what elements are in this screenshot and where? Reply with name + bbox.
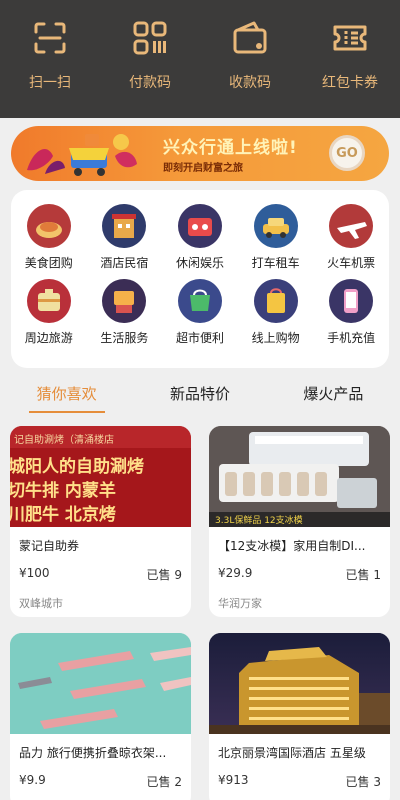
banner-title: 兴众行通上线啦!	[163, 138, 298, 158]
food-icon	[26, 204, 71, 248]
feed-tabs: 猜你喜欢 新品特价 爆火产品	[0, 374, 400, 413]
product-card[interactable]: 品力 旅行便携折叠晾衣架... ¥9.9 已售 2	[10, 633, 191, 800]
pay-code-button[interactable]: 付款码	[105, 18, 195, 92]
scan-label: 扫一扫	[29, 75, 71, 91]
category-item[interactable]: 美食团购	[11, 204, 87, 279]
shopping-illustration-icon	[27, 134, 137, 176]
category-label: 美食团购	[24, 256, 73, 270]
category-item[interactable]: 超市便利	[162, 279, 238, 354]
category-label: 火车机票	[327, 256, 376, 270]
product-sold-count: 已售 1	[345, 568, 381, 582]
category-item[interactable]: 线上购物	[238, 279, 314, 354]
top-toolbar: 扫一扫 付款码 收款码 红包卡券	[0, 0, 400, 118]
scan-button[interactable]: 扫一扫	[5, 18, 95, 92]
category-label: 休闲娱乐	[175, 256, 224, 270]
category-item[interactable]: 周边旅游	[11, 279, 87, 354]
product-card[interactable]: 3.3L保鲜品 12支冰模 【12支冰模】家用自制DI... ¥29.9 已售 …	[209, 426, 390, 617]
wallet-receive-icon	[233, 21, 267, 54]
service-icon	[102, 279, 147, 323]
category-label: 打车租车	[251, 256, 300, 270]
category-card: 美食团购 酒店民宿 休闲娱乐 打车租车 火车机票周边旅游 生活服务 超市便利 线上购物 手机充值	[11, 190, 389, 368]
product-image: 3.3L保鲜品 12支冰模	[209, 426, 390, 527]
category-grid: 美食团购 酒店民宿 休闲娱乐 打车租车 火车机票周边旅游 生活服务 超市便利 线上购物 手机充值	[11, 190, 389, 354]
product-title: 蒙记自助券	[19, 539, 80, 553]
product-price: ¥100	[19, 566, 50, 580]
hotel-icon	[102, 204, 147, 248]
product-image-caption: 记自助涮烤（清涌楼店	[14, 435, 114, 446]
banner-subtitle: 即刻开启财富之旅	[163, 163, 243, 174]
product-title: 【12支冰模】家用自制DI...	[218, 539, 366, 553]
category-label: 超市便利	[175, 331, 224, 345]
product-card[interactable]: 北京丽景湾国际酒店 五星级 ¥913 已售 3	[209, 633, 390, 800]
coupon-button[interactable]: 红包卡券	[305, 18, 395, 92]
category-item[interactable]: 火车机票	[313, 204, 389, 279]
banner-go-badge[interactable]: GO	[329, 135, 365, 171]
receive-code-label: 收款码	[229, 75, 271, 91]
product-card[interactable]: 记自助涮烤（清涌楼店 城阳人的自助涮烤 切牛排 内蒙羊 川肥牛 北京烤 蒙记自助…	[10, 426, 191, 617]
coupon-label: 红包卡券	[322, 75, 378, 91]
product-sold-count: 已售 2	[146, 775, 182, 789]
tab-new-specials[interactable]: 新品特价	[162, 383, 238, 404]
product-image-caption: 3.3L保鲜品 12支冰模	[215, 516, 303, 526]
product-image	[10, 633, 191, 734]
product-image-caption: 城阳人的自助涮烤	[10, 457, 144, 477]
category-label: 手机充值	[327, 331, 376, 345]
promo-banner[interactable]: 兴众行通上线啦! 即刻开启财富之旅 GO	[11, 126, 389, 181]
product-shop: 双峰城市	[19, 597, 63, 610]
product-sold-count: 已售 9	[146, 568, 182, 582]
qr-pay-icon	[133, 21, 167, 55]
category-label: 生活服务	[100, 331, 149, 345]
ice-mold-photo	[209, 426, 390, 527]
hotel-photo	[209, 633, 390, 734]
scan-icon	[34, 22, 66, 54]
product-image-caption: 川肥牛 北京烤	[10, 505, 116, 525]
category-item[interactable]: 打车租车	[238, 204, 314, 279]
category-item[interactable]: 休闲娱乐	[162, 204, 238, 279]
product-image-caption: 切牛排 内蒙羊	[10, 481, 116, 501]
product-sold-count: 已售 3	[345, 775, 381, 789]
product-image	[209, 633, 390, 734]
product-shop: 华润万家	[218, 597, 262, 610]
category-label: 线上购物	[251, 331, 300, 345]
category-item[interactable]: 酒店民宿	[87, 204, 163, 279]
tab-hot-products[interactable]: 爆火产品	[295, 383, 371, 404]
receive-code-button[interactable]: 收款码	[205, 18, 295, 92]
tab-guess-you-like[interactable]: 猜你喜欢	[28, 383, 105, 413]
pay-code-label: 付款码	[129, 75, 171, 91]
coupon-icon	[333, 25, 367, 51]
travel-icon	[26, 279, 71, 323]
category-label: 酒店民宿	[100, 256, 149, 270]
category-item[interactable]: 手机充值	[313, 279, 389, 354]
car-icon	[253, 204, 298, 248]
shopping-icon	[253, 279, 298, 323]
phone-recharge-icon	[329, 279, 374, 323]
product-price: ¥29.9	[218, 566, 253, 580]
category-item[interactable]: 生活服务	[87, 279, 163, 354]
product-image: 记自助涮烤（清涌楼店 城阳人的自助涮烤 切牛排 内蒙羊 川肥牛 北京烤	[10, 426, 191, 527]
product-price: ¥9.9	[19, 773, 46, 787]
category-label: 周边旅游	[24, 331, 73, 345]
leisure-icon	[177, 204, 222, 248]
plane-icon	[329, 204, 374, 248]
product-price: ¥913	[218, 773, 249, 787]
product-title: 品力 旅行便携折叠晾衣架...	[19, 746, 167, 760]
market-icon	[177, 279, 222, 323]
hanger-photo	[10, 633, 191, 734]
product-title: 北京丽景湾国际酒店 五星级	[218, 746, 366, 760]
